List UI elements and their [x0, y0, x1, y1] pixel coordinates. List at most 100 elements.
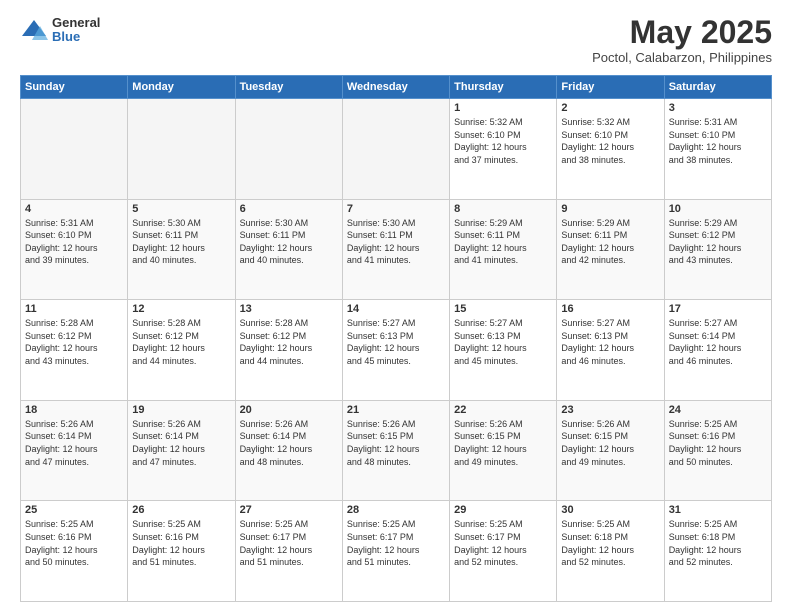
- calendar-week-2: 4 Sunrise: 5:31 AM Sunset: 6:10 PM Daylig…: [21, 199, 772, 300]
- day-number: 5: [132, 203, 230, 215]
- day-info: Sunrise: 5:31 AM Sunset: 6:10 PM Dayligh…: [669, 116, 767, 166]
- day-info: Sunrise: 5:26 AM Sunset: 6:15 PM Dayligh…: [561, 418, 659, 468]
- day-number: 1: [454, 102, 552, 114]
- calendar-cell-w5-d4: 29 Sunrise: 5:25 AM Sunset: 6:17 PM Dayli…: [450, 501, 557, 602]
- day-info: Sunrise: 5:26 AM Sunset: 6:14 PM Dayligh…: [25, 418, 123, 468]
- calendar-cell-w3-d5: 16 Sunrise: 5:27 AM Sunset: 6:13 PM Dayli…: [557, 300, 664, 401]
- calendar-cell-w2-d5: 9 Sunrise: 5:29 AM Sunset: 6:11 PM Daylig…: [557, 199, 664, 300]
- header-wednesday: Wednesday: [342, 76, 449, 99]
- day-info: Sunrise: 5:28 AM Sunset: 6:12 PM Dayligh…: [240, 317, 338, 367]
- calendar-cell-w5-d6: 31 Sunrise: 5:25 AM Sunset: 6:18 PM Dayli…: [664, 501, 771, 602]
- calendar-cell-w5-d1: 26 Sunrise: 5:25 AM Sunset: 6:16 PM Dayli…: [128, 501, 235, 602]
- calendar-cell-w4-d0: 18 Sunrise: 5:26 AM Sunset: 6:14 PM Dayli…: [21, 400, 128, 501]
- calendar-cell-w3-d0: 11 Sunrise: 5:28 AM Sunset: 6:12 PM Dayli…: [21, 300, 128, 401]
- calendar-cell-w4-d6: 24Sunrise: 5:25 AM Sunset: 6:16 PM Dayli…: [664, 400, 771, 501]
- day-number: 3: [669, 102, 767, 114]
- calendar-cell-w4-d1: 19Sunrise: 5:26 AM Sunset: 6:14 PM Dayli…: [128, 400, 235, 501]
- calendar-header-row: Sunday Monday Tuesday Wednesday Thursday…: [21, 76, 772, 99]
- header-thursday: Thursday: [450, 76, 557, 99]
- day-info: Sunrise: 5:27 AM Sunset: 6:13 PM Dayligh…: [454, 317, 552, 367]
- day-number: 27: [240, 504, 338, 516]
- location-subtitle: Poctol, Calabarzon, Philippines: [592, 50, 772, 65]
- day-info: Sunrise: 5:29 AM Sunset: 6:12 PM Dayligh…: [669, 217, 767, 267]
- day-number: 21: [347, 404, 445, 416]
- day-info: Sunrise: 5:32 AM Sunset: 6:10 PM Dayligh…: [454, 116, 552, 166]
- day-number: 18: [25, 404, 123, 416]
- calendar-cell-w3-d4: 15Sunrise: 5:27 AM Sunset: 6:13 PM Dayli…: [450, 300, 557, 401]
- day-number: 4: [25, 203, 123, 215]
- logo-general: General: [52, 16, 100, 30]
- day-number: 16: [561, 303, 659, 315]
- day-number: 12: [132, 303, 230, 315]
- calendar-week-5: 25Sunrise: 5:25 AM Sunset: 6:16 PM Dayli…: [21, 501, 772, 602]
- calendar-cell-w5-d5: 30 Sunrise: 5:25 AM Sunset: 6:18 PM Dayli…: [557, 501, 664, 602]
- day-info: Sunrise: 5:26 AM Sunset: 6:15 PM Dayligh…: [454, 418, 552, 468]
- day-info: Sunrise: 5:25 AM Sunset: 6:18 PM Dayligh…: [561, 518, 659, 568]
- day-info: Sunrise: 5:25 AM Sunset: 6:16 PM Dayligh…: [132, 518, 230, 568]
- day-number: 26: [132, 504, 230, 516]
- day-info: Sunrise: 5:29 AM Sunset: 6:11 PM Dayligh…: [561, 217, 659, 267]
- day-number: 20: [240, 404, 338, 416]
- calendar-cell-w1-d2: [235, 99, 342, 200]
- calendar-week-3: 11 Sunrise: 5:28 AM Sunset: 6:12 PM Dayli…: [21, 300, 772, 401]
- logo-icon: [20, 16, 48, 44]
- day-info: Sunrise: 5:26 AM Sunset: 6:14 PM Dayligh…: [240, 418, 338, 468]
- day-number: 13: [240, 303, 338, 315]
- calendar-cell-w3-d1: 12Sunrise: 5:28 AM Sunset: 6:12 PM Dayli…: [128, 300, 235, 401]
- logo: General Blue: [20, 16, 100, 45]
- header-friday: Friday: [557, 76, 664, 99]
- day-number: 11: [25, 303, 123, 315]
- calendar-cell-w4-d5: 23 Sunrise: 5:26 AM Sunset: 6:15 PM Dayli…: [557, 400, 664, 501]
- calendar-cell-w1-d5: 2 Sunrise: 5:32 AM Sunset: 6:10 PM Daylig…: [557, 99, 664, 200]
- day-info: Sunrise: 5:29 AM Sunset: 6:11 PM Dayligh…: [454, 217, 552, 267]
- day-number: 6: [240, 203, 338, 215]
- calendar-cell-w2-d4: 8Sunrise: 5:29 AM Sunset: 6:11 PM Daylig…: [450, 199, 557, 300]
- calendar-cell-w5-d0: 25Sunrise: 5:25 AM Sunset: 6:16 PM Dayli…: [21, 501, 128, 602]
- calendar-cell-w2-d1: 5 Sunrise: 5:30 AM Sunset: 6:11 PM Daylig…: [128, 199, 235, 300]
- day-info: Sunrise: 5:30 AM Sunset: 6:11 PM Dayligh…: [132, 217, 230, 267]
- calendar-week-4: 18 Sunrise: 5:26 AM Sunset: 6:14 PM Dayli…: [21, 400, 772, 501]
- day-info: Sunrise: 5:27 AM Sunset: 6:13 PM Dayligh…: [347, 317, 445, 367]
- day-info: Sunrise: 5:25 AM Sunset: 6:16 PM Dayligh…: [25, 518, 123, 568]
- day-info: Sunrise: 5:25 AM Sunset: 6:17 PM Dayligh…: [454, 518, 552, 568]
- header-sunday: Sunday: [21, 76, 128, 99]
- day-number: 28: [347, 504, 445, 516]
- day-info: Sunrise: 5:30 AM Sunset: 6:11 PM Dayligh…: [240, 217, 338, 267]
- calendar-cell-w3-d3: 14Sunrise: 5:27 AM Sunset: 6:13 PM Dayli…: [342, 300, 449, 401]
- header-tuesday: Tuesday: [235, 76, 342, 99]
- day-info: Sunrise: 5:30 AM Sunset: 6:11 PM Dayligh…: [347, 217, 445, 267]
- calendar-cell-w3-d6: 17Sunrise: 5:27 AM Sunset: 6:14 PM Dayli…: [664, 300, 771, 401]
- calendar-cell-w2-d3: 7 Sunrise: 5:30 AM Sunset: 6:11 PM Daylig…: [342, 199, 449, 300]
- header-saturday: Saturday: [664, 76, 771, 99]
- day-number: 22: [454, 404, 552, 416]
- calendar-week-1: 1 Sunrise: 5:32 AM Sunset: 6:10 PM Daylig…: [21, 99, 772, 200]
- day-info: Sunrise: 5:25 AM Sunset: 6:18 PM Dayligh…: [669, 518, 767, 568]
- calendar-table: Sunday Monday Tuesday Wednesday Thursday…: [20, 75, 772, 602]
- title-block: May 2025 Poctol, Calabarzon, Philippines: [592, 16, 772, 65]
- calendar-cell-w2-d0: 4 Sunrise: 5:31 AM Sunset: 6:10 PM Daylig…: [21, 199, 128, 300]
- day-info: Sunrise: 5:32 AM Sunset: 6:10 PM Dayligh…: [561, 116, 659, 166]
- day-number: 2: [561, 102, 659, 114]
- logo-text: General Blue: [52, 16, 100, 45]
- day-number: 30: [561, 504, 659, 516]
- day-info: Sunrise: 5:31 AM Sunset: 6:10 PM Dayligh…: [25, 217, 123, 267]
- day-info: Sunrise: 5:28 AM Sunset: 6:12 PM Dayligh…: [25, 317, 123, 367]
- day-number: 29: [454, 504, 552, 516]
- day-number: 9: [561, 203, 659, 215]
- day-info: Sunrise: 5:26 AM Sunset: 6:14 PM Dayligh…: [132, 418, 230, 468]
- month-title: May 2025: [592, 16, 772, 48]
- day-number: 7: [347, 203, 445, 215]
- calendar-cell-w1-d6: 3 Sunrise: 5:31 AM Sunset: 6:10 PM Daylig…: [664, 99, 771, 200]
- calendar-cell-w1-d3: [342, 99, 449, 200]
- day-info: Sunrise: 5:27 AM Sunset: 6:13 PM Dayligh…: [561, 317, 659, 367]
- day-number: 23: [561, 404, 659, 416]
- day-info: Sunrise: 5:25 AM Sunset: 6:17 PM Dayligh…: [347, 518, 445, 568]
- calendar-cell-w1-d1: [128, 99, 235, 200]
- calendar-cell-w1-d4: 1 Sunrise: 5:32 AM Sunset: 6:10 PM Daylig…: [450, 99, 557, 200]
- day-number: 31: [669, 504, 767, 516]
- page-container: General Blue May 2025 Poctol, Calabarzon…: [0, 0, 792, 612]
- day-info: Sunrise: 5:25 AM Sunset: 6:16 PM Dayligh…: [669, 418, 767, 468]
- header-monday: Monday: [128, 76, 235, 99]
- calendar-cell-w5-d2: 27Sunrise: 5:25 AM Sunset: 6:17 PM Dayli…: [235, 501, 342, 602]
- day-number: 17: [669, 303, 767, 315]
